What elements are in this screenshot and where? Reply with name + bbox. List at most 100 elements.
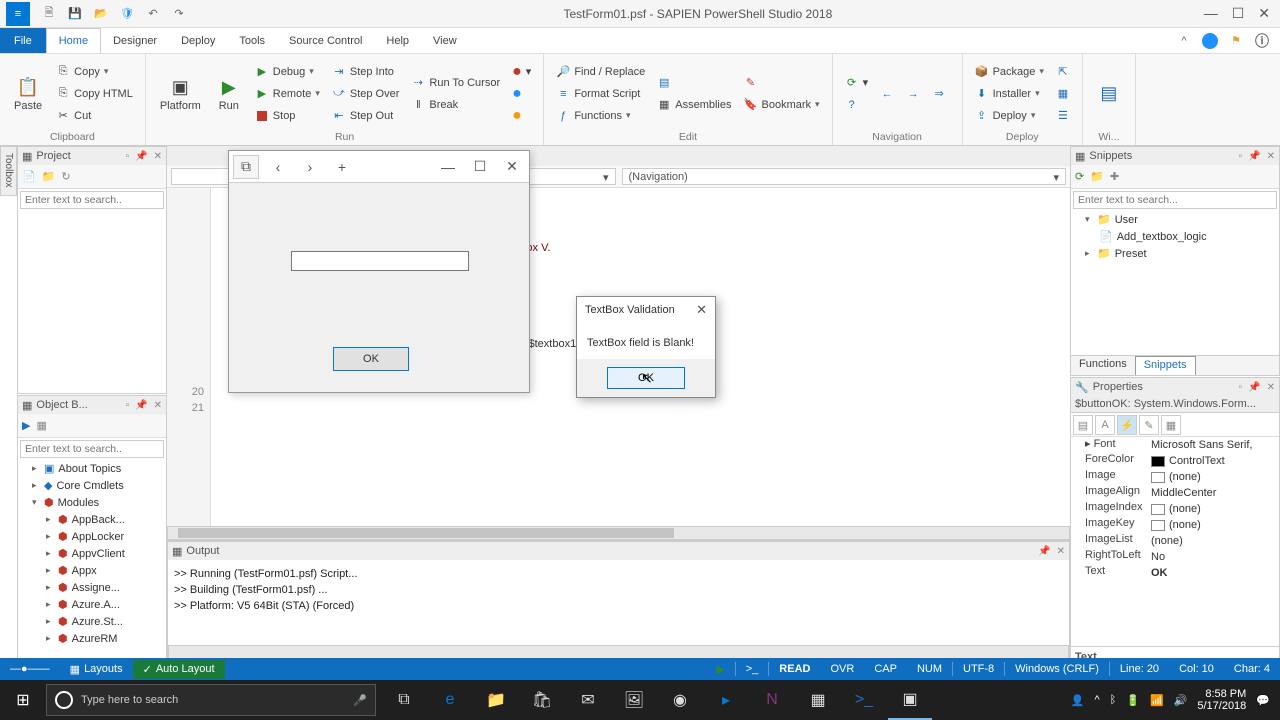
panel-close-icon[interactable]: ✕ bbox=[1267, 382, 1275, 393]
categorized-icon[interactable]: ▤ bbox=[1073, 415, 1093, 435]
source-control-tab[interactable]: Source Control bbox=[277, 28, 374, 53]
deploy-tab[interactable]: Deploy bbox=[169, 28, 227, 53]
tree-item[interactable]: 📄Add_textbox_logic bbox=[1071, 228, 1279, 245]
form-add-icon[interactable]: + bbox=[329, 155, 355, 179]
nav-forward-button[interactable]: → bbox=[902, 84, 924, 104]
ok-button[interactable]: OK bbox=[333, 347, 409, 371]
status-dot-icon[interactable] bbox=[1202, 33, 1218, 49]
system-tray[interactable]: 👤 ^ ᛒ 🔋 📶 🔊 8:58 PM5/17/2018 💬 bbox=[1071, 688, 1280, 712]
psstudio-icon[interactable]: ▣ bbox=[888, 680, 932, 720]
grid-button[interactable]: ▦ bbox=[1052, 84, 1074, 104]
add-snippet-icon[interactable]: ✚ bbox=[1110, 170, 1119, 183]
assemblies-button[interactable]: ▦Assemblies bbox=[653, 95, 735, 115]
panel-pin-icon[interactable]: 📌 bbox=[1038, 546, 1050, 557]
package-button[interactable]: 📦Package bbox=[971, 62, 1048, 82]
alpha-icon[interactable]: A bbox=[1095, 415, 1115, 435]
bluetooth-icon[interactable]: ᛒ bbox=[1110, 694, 1117, 706]
tree-item[interactable]: ▾⬢Modules bbox=[18, 494, 166, 511]
output-scrollbar[interactable] bbox=[168, 645, 1069, 659]
save-icon[interactable]: 💾 bbox=[66, 5, 84, 23]
tree-item[interactable]: ▸▣About Topics bbox=[18, 460, 166, 477]
toolbox-tab[interactable]: Toolbox bbox=[0, 146, 17, 196]
shield-icon[interactable]: 🛡 bbox=[118, 5, 136, 23]
stop-button[interactable]: Stop bbox=[251, 106, 324, 126]
new-file-icon[interactable]: 🗎 bbox=[40, 5, 58, 23]
panel-close-icon[interactable]: ✕ bbox=[1267, 151, 1275, 162]
deploy-button[interactable]: ⇪Deploy bbox=[971, 106, 1048, 126]
notifications-icon[interactable]: 💬 bbox=[1256, 694, 1270, 707]
start-button[interactable]: ⊞ bbox=[0, 680, 46, 720]
panel-pin-icon[interactable]: 📌 bbox=[135, 151, 147, 162]
collapse-ribbon-icon[interactable]: ^ bbox=[1176, 33, 1192, 49]
project-search-input[interactable] bbox=[20, 191, 164, 209]
tree-item[interactable]: ▸◆Core Cmdlets bbox=[18, 477, 166, 494]
powershell-icon[interactable]: >_ bbox=[842, 680, 886, 720]
installer-button[interactable]: ⬇Installer bbox=[971, 84, 1048, 104]
info-icon[interactable]: ⓘ bbox=[1254, 33, 1270, 49]
break-button[interactable]: ‖Break bbox=[407, 95, 504, 115]
form-minimize-icon[interactable]: — bbox=[435, 155, 461, 179]
cut-button[interactable]: ✂Cut bbox=[52, 106, 137, 126]
paste-button[interactable]: 📋Paste bbox=[8, 58, 48, 129]
panel-float-icon[interactable]: ▫ bbox=[1239, 151, 1243, 162]
panel-float-icon[interactable]: ▫ bbox=[126, 151, 130, 162]
undo-icon[interactable]: ↶ bbox=[144, 5, 162, 23]
windows-search-input[interactable]: Type here to search🎤 bbox=[46, 684, 376, 716]
props-extra-icon[interactable]: ▦ bbox=[1161, 415, 1181, 435]
form-titlebar[interactable]: ⧉ ‹ › + — ☐ ✕ bbox=[229, 151, 529, 183]
textbox1[interactable] bbox=[291, 251, 469, 271]
props-selector-combo[interactable]: $buttonOK: System.Windows.Form... bbox=[1071, 396, 1279, 413]
bookmark-button[interactable]: 🔖Bookmark bbox=[740, 95, 824, 115]
grid-icon[interactable]: ▦ bbox=[36, 419, 46, 432]
run-status-icon[interactable]: ▶ bbox=[706, 662, 734, 676]
tree-item[interactable]: ▸⬢Azure.A... bbox=[18, 596, 166, 613]
tray-chevron-icon[interactable]: ^ bbox=[1094, 694, 1099, 706]
ps-icon[interactable]: ▶ bbox=[22, 419, 30, 432]
object-search-input[interactable] bbox=[20, 440, 164, 458]
platform-button[interactable]: ▣Platform bbox=[154, 58, 207, 129]
explorer-icon[interactable]: 📁 bbox=[474, 680, 518, 720]
property-grid[interactable]: ▸ FontMicrosoft Sans Serif, ForeColorCon… bbox=[1071, 437, 1279, 646]
nav-back-button[interactable]: ← bbox=[876, 84, 898, 104]
tree-item[interactable]: ▸⬢AppLocker bbox=[18, 528, 166, 545]
panel-close-icon[interactable]: ✕ bbox=[1057, 546, 1065, 557]
functions-button[interactable]: ƒFunctions bbox=[552, 106, 649, 126]
step-into-button[interactable]: ⇥Step Into bbox=[328, 62, 404, 82]
form-tabs-icon[interactable]: ⧉ bbox=[233, 155, 259, 179]
breakpoint-red-icon[interactable]: ●▾ bbox=[508, 62, 535, 82]
add-file-icon[interactable]: 📄 bbox=[22, 170, 36, 183]
tools-tab[interactable]: Tools bbox=[227, 28, 277, 53]
encoding-status[interactable]: UTF-8 bbox=[953, 662, 1004, 676]
navigation-combo[interactable]: (Navigation)▾ bbox=[622, 168, 1067, 185]
panel-toggle-button[interactable]: ▤ bbox=[653, 73, 735, 93]
tree-item[interactable]: ▸⬢AppvClient bbox=[18, 545, 166, 562]
tree-item[interactable]: ▾📁User bbox=[1071, 211, 1279, 228]
wifi-icon[interactable]: 📶 bbox=[1150, 694, 1164, 707]
view-tab[interactable]: View bbox=[421, 28, 469, 53]
people-icon[interactable]: 👤 bbox=[1071, 694, 1085, 707]
folder-icon[interactable]: 📁 bbox=[1090, 170, 1104, 183]
remote-button[interactable]: ▶Remote bbox=[251, 84, 324, 104]
wi-button[interactable]: ▤ bbox=[1091, 58, 1127, 129]
minimize-icon[interactable]: — bbox=[1204, 5, 1218, 22]
step-out-button[interactable]: ⇤Step Out bbox=[328, 106, 404, 126]
step-over-button[interactable]: ⤻Step Over bbox=[328, 84, 404, 104]
functions-panel-tab[interactable]: Functions bbox=[1071, 356, 1135, 375]
events-icon[interactable]: ⚡ bbox=[1117, 415, 1137, 435]
task-view-icon[interactable]: ⧉ bbox=[382, 680, 426, 720]
nav-question-button[interactable]: ? bbox=[841, 95, 873, 115]
copy-button[interactable]: ⎘Copy bbox=[52, 62, 137, 82]
add-folder-icon[interactable]: 📁 bbox=[42, 170, 56, 183]
msgbox-close-icon[interactable]: ✕ bbox=[696, 302, 707, 318]
panel-close-icon[interactable]: ✕ bbox=[154, 400, 162, 411]
export-button[interactable]: ⇱ bbox=[1052, 62, 1074, 82]
flag-icon[interactable]: ⚑ bbox=[1228, 33, 1244, 49]
nav-last-button[interactable]: ⇒ bbox=[928, 84, 950, 104]
refresh-icon[interactable]: ↻ bbox=[61, 170, 70, 183]
terminal-icon[interactable]: >_ bbox=[736, 662, 769, 676]
tree-item[interactable]: ▸⬢AppBack... bbox=[18, 511, 166, 528]
onenote-icon[interactable]: N bbox=[750, 680, 794, 720]
form-forward-icon[interactable]: › bbox=[297, 155, 323, 179]
designer-tab[interactable]: Designer bbox=[101, 28, 169, 53]
tree-item[interactable]: ▸📁Preset bbox=[1071, 245, 1279, 262]
